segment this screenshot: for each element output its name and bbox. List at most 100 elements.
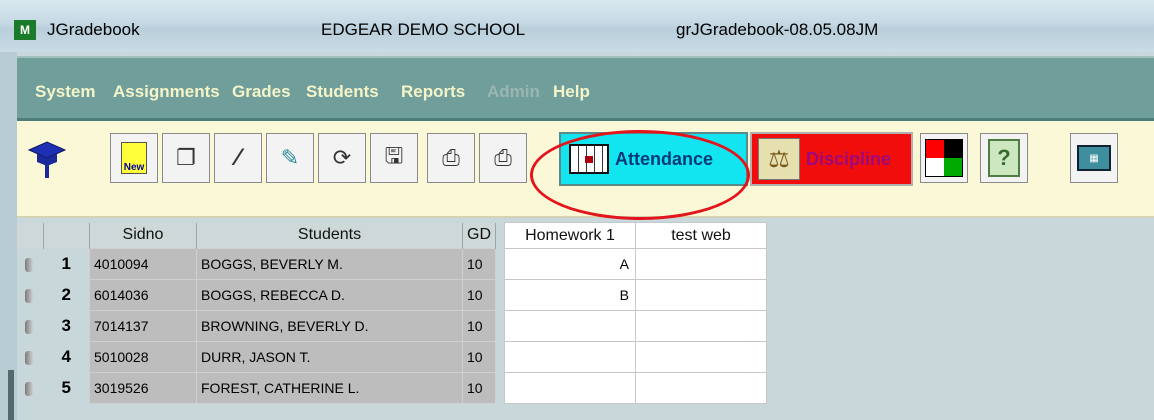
color-quad-button[interactable] [920, 133, 968, 183]
row-handle-icon [25, 382, 33, 397]
table-row[interactable]: 4 5010028 DURR, JASON T. 10 [17, 341, 767, 373]
refresh-button[interactable]: ⟳ [318, 133, 366, 183]
gd-cell: 10 [462, 279, 496, 311]
graduation-cap-button[interactable] [19, 133, 75, 183]
row-handle-icon [25, 320, 33, 335]
test-web-cell[interactable] [635, 248, 767, 280]
discipline-button[interactable]: ⚖ Discipline [750, 132, 913, 186]
attendance-grid-icon [569, 144, 609, 174]
calculator-button[interactable]: ▦ [1070, 133, 1118, 183]
test-web-cell[interactable] [635, 310, 767, 342]
title-bar: M JGradebook EDGEAR DEMO SCHOOL grJGrade… [0, 0, 1154, 52]
header-gap [495, 222, 505, 249]
row-gap [495, 248, 505, 280]
save-icon: 🖫 [384, 143, 404, 168]
test-web-cell[interactable] [635, 341, 767, 373]
row-gap [495, 341, 505, 373]
table-row[interactable]: 3 7014137 BROWNING, BEVERLY D. 10 [17, 310, 767, 342]
row-handle[interactable] [17, 279, 44, 311]
print-preview-icon: ⎙ [494, 145, 512, 170]
new-label: New [123, 162, 145, 173]
row-handle-icon [25, 351, 33, 366]
row-number: 5 [43, 372, 90, 404]
menu-help[interactable]: Help [553, 82, 590, 102]
menu-admin: Admin [487, 82, 540, 101]
menu-grades[interactable]: Grades [232, 82, 291, 102]
app-title: JGradebook [47, 20, 140, 39]
help-button[interactable]: ? [980, 133, 1028, 183]
gd-cell: 10 [462, 248, 496, 280]
attendance-label: Attendance [615, 148, 714, 169]
row-number: 2 [43, 279, 90, 311]
gd-cell: 10 [462, 310, 496, 342]
homework1-cell[interactable] [504, 341, 636, 373]
sidno-cell: 5010028 [89, 341, 197, 373]
row-handle-header [17, 222, 44, 249]
copy-icon: ❐ [176, 145, 196, 170]
sidno-cell: 4010094 [89, 248, 197, 280]
col-header-gd[interactable]: GD [462, 222, 496, 249]
toolbar: New ❐ ⁄ ✎ ⟳ 🖫 ⎙ ⎙ Attendance ⚖ Disciplin… [17, 118, 1154, 218]
sidno-cell: 3019526 [89, 372, 197, 404]
sidno-cell: 6014036 [89, 279, 197, 311]
student-name-cell[interactable]: BROWNING, BEVERLY D. [196, 310, 463, 342]
row-handle-icon [25, 258, 33, 273]
homework1-cell[interactable]: B [504, 279, 636, 311]
help-icon: ? [988, 139, 1020, 177]
table-row[interactable]: 1 4010094 BOGGS, BEVERLY M. 10 A [17, 248, 767, 280]
table-row[interactable]: 2 6014036 BOGGS, REBECCA D. 10 B [17, 279, 767, 311]
row-number: 1 [43, 248, 90, 280]
row-handle[interactable] [17, 372, 44, 404]
student-name-cell[interactable]: BOGGS, REBECCA D. [196, 279, 463, 311]
calculator-icon: ▦ [1077, 145, 1111, 171]
gd-cell: 10 [462, 341, 496, 373]
student-name-cell[interactable]: BOGGS, BEVERLY M. [196, 248, 463, 280]
table-header-row: Sidno Students GD Homework 1 test web [17, 222, 767, 249]
student-name-cell[interactable]: DURR, JASON T. [196, 341, 463, 373]
menu-reports[interactable]: Reports [401, 82, 465, 102]
new-button[interactable]: New [110, 133, 158, 183]
row-number: 3 [43, 310, 90, 342]
window-frame-left [0, 52, 17, 420]
test-web-cell[interactable] [635, 372, 767, 404]
copy-button[interactable]: ❐ [162, 133, 210, 183]
row-number: 4 [43, 341, 90, 373]
eraser-icon: ✎ [280, 145, 300, 170]
eraser-button[interactable]: ✎ [266, 133, 314, 183]
student-name-cell[interactable]: FOREST, CATHERINE L. [196, 372, 463, 404]
school-name: EDGEAR DEMO SCHOOL [321, 20, 526, 39]
table-row[interactable]: 5 3019526 FOREST, CATHERINE L. 10 [17, 372, 767, 404]
color-quad-icon [925, 139, 963, 177]
col-header-students[interactable]: Students [196, 222, 463, 249]
row-handle[interactable] [17, 310, 44, 342]
row-gap [495, 279, 505, 311]
version-label: grJGradebook-08.05.08JM [676, 20, 879, 39]
col-header-test-web[interactable]: test web [635, 222, 767, 249]
frame-edge-mark [8, 370, 14, 420]
percent-button[interactable]: ⁄ [214, 133, 262, 183]
homework1-cell[interactable]: A [504, 248, 636, 280]
row-number-header [43, 222, 90, 249]
save-button[interactable]: 🖫 [370, 133, 418, 183]
row-handle-icon [25, 289, 33, 304]
gd-cell: 10 [462, 372, 496, 404]
refresh-icon: ⟳ [332, 145, 352, 170]
row-handle[interactable] [17, 248, 44, 280]
row-handle[interactable] [17, 341, 44, 373]
print-preview-button[interactable]: ⎙ [479, 133, 527, 183]
graduation-cap-icon [27, 141, 67, 178]
menu-system[interactable]: System [35, 82, 95, 102]
grade-grid: Sidno Students GD Homework 1 test web 1 … [17, 222, 1154, 420]
menu-assignments[interactable]: Assignments [113, 82, 220, 102]
homework1-cell[interactable] [504, 372, 636, 404]
test-web-cell[interactable] [635, 279, 767, 311]
col-header-sidno[interactable]: Sidno [89, 222, 197, 249]
percent-icon: ⁄ [235, 144, 240, 171]
discipline-label: Discipline [806, 148, 892, 169]
col-header-homework1[interactable]: Homework 1 [504, 222, 636, 249]
menu-students[interactable]: Students [306, 82, 379, 102]
print-button[interactable]: ⎙ [427, 133, 475, 183]
attendance-button[interactable]: Attendance [559, 132, 748, 186]
homework1-cell[interactable] [504, 310, 636, 342]
app-logo-icon: M [14, 20, 36, 40]
